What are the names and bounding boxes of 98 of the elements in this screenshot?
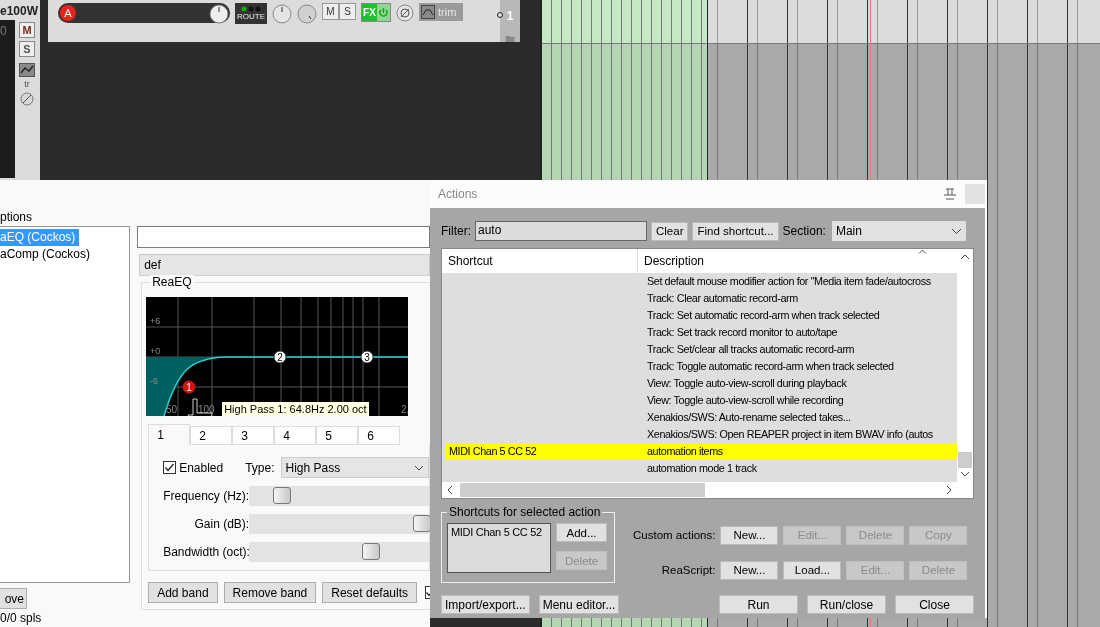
track-name-field[interactable]: A (58, 3, 230, 23)
band-tab[interactable]: 6 (358, 426, 401, 445)
gain-axis-label: +0 (150, 346, 161, 356)
record-arm-button[interactable]: A (60, 5, 76, 21)
action-row[interactable]: Track: Set track record monitor to auto/tape (446, 324, 957, 341)
sort-icon (918, 249, 927, 254)
type-label: Type: (245, 460, 275, 475)
section-label: Section: (782, 224, 826, 238)
checkbox-label: Enabled (179, 460, 224, 475)
scroll-up-icon[interactable] (960, 253, 970, 261)
custom-action-button[interactable]: New... (720, 525, 779, 545)
band-node[interactable]: 3 (360, 350, 374, 364)
action-row[interactable]: Xenakios/SWS: Open REAPER project in item BWAV info (autos (446, 426, 957, 443)
band-tab[interactable]: 2 (190, 426, 233, 445)
action-row[interactable]: Xenakios/SWS: Auto-rename selected takes... (446, 409, 957, 426)
slider-label: Gain (dB): (193, 517, 250, 531)
clear-button[interactable]: Clear (651, 221, 689, 241)
band-tab[interactable]: 1 (148, 424, 191, 445)
action-row[interactable]: Set default mouse modifier action for "Media item fade/autocross (446, 273, 957, 290)
reascript-button[interactable]: New... (720, 560, 779, 580)
find-shortcut-button[interactable]: Find shortcut... (692, 221, 779, 241)
reascript-label: ReaScript: (660, 564, 716, 576)
mute-button[interactable]: M (19, 22, 35, 38)
reascript-button[interactable]: Load... (783, 560, 842, 580)
route-button[interactable]: ROUTE (235, 3, 267, 24)
gain-axis-label: -6 (150, 376, 159, 386)
phase-icon[interactable] (20, 92, 34, 106)
dialog-button[interactable]: Menu editor... (538, 595, 620, 614)
band-node[interactable]: 1 (182, 380, 196, 394)
action-row[interactable]: Track: Clear automatic record-arm (446, 290, 957, 307)
pin-icon[interactable] (943, 188, 957, 200)
frequency-axis-label: 50 (166, 404, 178, 415)
window-title: Actions (438, 187, 479, 201)
enabled-checkbox[interactable] (163, 461, 177, 474)
eq-button[interactable]: Remove band (223, 582, 317, 603)
dialog-button[interactable]: Close (895, 595, 974, 614)
column-header[interactable]: Description (638, 249, 957, 273)
scrollbar-thumb[interactable] (958, 452, 972, 468)
slider-track[interactable] (249, 486, 429, 506)
checkbox[interactable] (425, 586, 430, 599)
dialog-button[interactable]: Run/close (807, 595, 886, 614)
filter-label: Filter: (441, 224, 471, 238)
action-row[interactable]: automation mode 1 track (446, 460, 957, 477)
eq-button[interactable]: Add band (148, 582, 218, 603)
slider-track[interactable] (249, 514, 429, 534)
custom-actions-label: Custom actions: (633, 529, 716, 541)
status-text: 0/0 spls (0, 611, 42, 625)
shortcut-item[interactable]: MIDI Chan 5 CC 52 (451, 526, 542, 538)
action-row[interactable]: Track: Toggle automatic record-arm when track selected (446, 358, 957, 375)
slider-thumb[interactable] (362, 543, 381, 560)
action-row[interactable]: Track: Set/clear all tracks automatic record-arm (446, 341, 957, 358)
envelope-label: tr (24, 80, 30, 89)
eq-button[interactable]: Reset defaults (322, 582, 417, 603)
action-row[interactable]: MIDI Chan 5 CC 52 automation items (446, 443, 957, 460)
slider-thumb[interactable] (272, 487, 291, 504)
fx-list-item[interactable]: aComp (Cockos) (0, 246, 95, 263)
preset-dropdown[interactable]: def (139, 254, 430, 276)
group-label: Shortcuts for selected action (447, 505, 603, 519)
tooltip: High Pass 1: 64.8Hz 2.00 oct (222, 402, 369, 416)
chevron-icon (950, 227, 962, 235)
filter-field[interactable]: auto (475, 221, 647, 241)
mute-button[interactable]: M (322, 3, 339, 20)
slider-label: Frequency (Hz): (163, 489, 250, 503)
options-label: ptions (0, 210, 33, 226)
action-row[interactable]: View: Toggle auto-view-scroll during playback (446, 375, 957, 392)
slider-label: Bandwidth (oct): (163, 545, 250, 559)
slider-thumb[interactable] (412, 515, 430, 532)
level-meter: 0 (0, 20, 15, 178)
scroll-left-icon[interactable] (446, 485, 454, 495)
volume-knob[interactable] (209, 3, 229, 24)
pan-knob[interactable] (272, 4, 292, 24)
solo-button[interactable]: S (339, 3, 356, 20)
phase-icon[interactable] (396, 4, 414, 22)
section-dropdown[interactable]: Main (831, 221, 966, 241)
band-tab[interactable]: 4 (274, 426, 317, 445)
solo-button[interactable]: S (19, 41, 35, 57)
shortcut-button[interactable]: Add... (556, 523, 607, 542)
group-label: ReaEQ (150, 275, 194, 289)
slider-track[interactable] (249, 542, 429, 562)
band-tab[interactable]: 5 (316, 426, 359, 445)
frequency-axis-label: 2. (401, 404, 409, 415)
width-knob[interactable] (297, 4, 317, 24)
dialog-button[interactable]: Import/export... (441, 595, 530, 614)
chevron-icon (414, 464, 424, 471)
scrollbar-thumb[interactable] (460, 483, 705, 497)
route-lights-icon (241, 6, 261, 12)
band-node[interactable]: 2 (273, 350, 287, 364)
remove-button[interactable]: ove (0, 588, 27, 609)
action-row[interactable]: Track: Set automatic record-arm when track selected (446, 307, 957, 324)
action-row[interactable]: View: Toggle auto-view-scroll while recording (446, 392, 957, 409)
track-number-panel: 1 (500, 0, 520, 42)
type-dropdown[interactable]: High Pass (280, 457, 429, 478)
scroll-right-icon[interactable] (945, 485, 953, 495)
text-field[interactable] (137, 226, 430, 248)
band-tab[interactable]: 3 (232, 426, 275, 445)
gain-axis-label: +6 (150, 316, 161, 326)
scroll-down-icon[interactable] (960, 470, 970, 478)
dialog-button[interactable]: Run (719, 595, 798, 614)
